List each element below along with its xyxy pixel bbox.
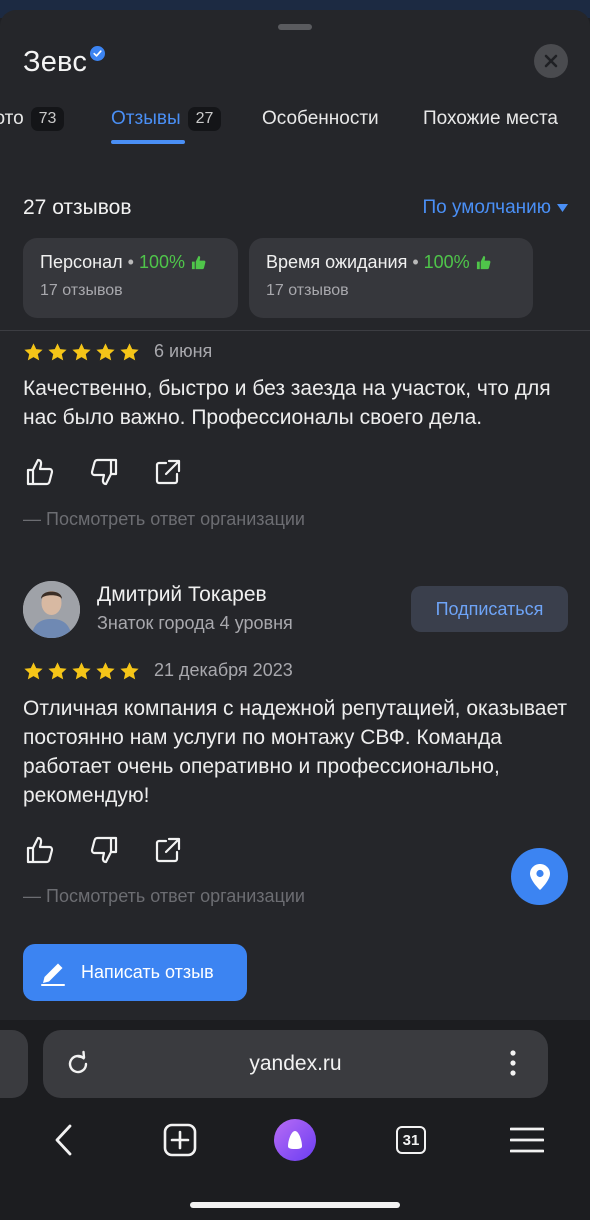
- view-org-reply-link[interactable]: — Посмотреть ответ организации: [23, 509, 305, 530]
- aspect-staff-percent: 100%: [138, 252, 185, 272]
- address-bar[interactable]: yandex.ru: [43, 1030, 548, 1098]
- view-org-reply-link[interactable]: — Посмотреть ответ организации: [23, 886, 305, 907]
- place-card-sheet: Зевс Фото 73 Отзывы 27 Особенности Похож…: [0, 10, 590, 1020]
- share-icon: [155, 459, 181, 485]
- tab-reviews-count: 27: [187, 107, 222, 131]
- aspect-staff[interactable]: Персонал • 100% 17 отзывов: [23, 238, 238, 318]
- tab-photos-count: 73: [30, 107, 65, 131]
- browser-chrome: yandex.ru 31: [0, 1020, 590, 1220]
- review-2-rating: [23, 661, 140, 682]
- hamburger-icon: [510, 1127, 544, 1153]
- subscribe-button[interactable]: Подписаться: [411, 586, 568, 632]
- back-button[interactable]: [42, 1118, 86, 1162]
- star-icon: [120, 662, 139, 680]
- tab-similar-places[interactable]: Похожие места: [423, 102, 558, 136]
- browser-bottom-nav: 31: [0, 1118, 590, 1162]
- caret-down-icon: [557, 204, 568, 212]
- dislike-button[interactable]: [89, 835, 119, 865]
- star-icon: [72, 662, 91, 680]
- close-button[interactable]: [534, 44, 568, 78]
- tab-reviews[interactable]: Отзывы 27: [111, 102, 222, 136]
- review-1-date: 6 июня: [154, 341, 213, 361]
- aspect-staff-name: Персонал: [40, 252, 123, 272]
- previous-tab-pill[interactable]: [0, 1030, 28, 1098]
- tabs-button[interactable]: 31: [389, 1118, 433, 1162]
- chevron-left-icon: [55, 1124, 72, 1156]
- thumb-down-icon: [90, 458, 118, 486]
- star-icon: [72, 343, 91, 361]
- tab-bar: Фото 73 Отзывы 27 Особенности Похожие ме…: [0, 102, 590, 152]
- aspect-staff-reviews: 17 отзывов: [40, 282, 123, 299]
- aspect-waiting-name: Время ожидания: [266, 252, 408, 272]
- tab-similar-label: Похожие места: [423, 108, 559, 129]
- pencil-icon: [41, 963, 65, 986]
- review-2-date: 21 декабря 2023: [154, 660, 293, 680]
- star-icon: [24, 662, 43, 680]
- url-text: yandex.ru: [249, 1052, 342, 1075]
- tab-features[interactable]: Особенности: [262, 102, 379, 136]
- home-indicator[interactable]: [190, 1202, 400, 1208]
- like-button[interactable]: [25, 457, 55, 487]
- separator-dot: •: [127, 252, 134, 272]
- review-1-actions: [25, 457, 183, 487]
- alice-icon: [274, 1119, 316, 1161]
- aspect-waiting-percent: 100%: [423, 252, 470, 272]
- write-review-button[interactable]: Написать отзыв: [23, 944, 247, 1001]
- aspect-waiting-time[interactable]: Время ожидания • 100% 17 отзывов: [249, 238, 533, 318]
- like-button[interactable]: [25, 835, 55, 865]
- plus-square-icon: [163, 1123, 197, 1157]
- avatar-photo: [23, 581, 80, 638]
- review-1-text: Качественно, быстро и без заезда на учас…: [23, 377, 551, 429]
- thumb-up-icon: [191, 255, 206, 270]
- review-2-author[interactable]: Дмитрий Токарев: [97, 583, 267, 607]
- thumb-up-icon: [26, 458, 54, 486]
- sort-dropdown[interactable]: По умолчанию: [422, 197, 568, 219]
- place-title: Зевс: [23, 46, 88, 78]
- more-vertical-icon[interactable]: [505, 1048, 521, 1078]
- location-pin-icon: [529, 863, 550, 890]
- star-icon: [120, 343, 139, 361]
- share-button[interactable]: [153, 457, 183, 487]
- menu-button[interactable]: [505, 1118, 549, 1162]
- sort-label: По умолчанию: [422, 197, 552, 218]
- review-2-text: Отличная компания с надежной репутацией,…: [23, 697, 568, 807]
- new-tab-button[interactable]: [158, 1118, 202, 1162]
- close-icon: [544, 54, 558, 68]
- active-tab-indicator: [111, 140, 185, 144]
- star-icon: [24, 343, 43, 361]
- tab-photos[interactable]: Фото 73: [0, 102, 65, 136]
- tabs-count: 31: [396, 1126, 426, 1154]
- map-location-button[interactable]: [511, 848, 568, 905]
- thumb-down-icon: [90, 836, 118, 864]
- review-2-author-level: Знаток города 4 уровня: [97, 613, 293, 633]
- star-icon: [96, 343, 115, 361]
- share-button[interactable]: [153, 835, 183, 865]
- star-icon: [48, 343, 67, 361]
- avatar[interactable]: [23, 581, 80, 638]
- review-1-rating: [23, 342, 140, 363]
- review-2-actions: [25, 835, 183, 865]
- verified-badge-icon: [90, 46, 105, 61]
- sheet-drag-handle[interactable]: [278, 24, 312, 30]
- thumb-up-icon: [476, 255, 491, 270]
- thumb-up-icon: [26, 836, 54, 864]
- tab-reviews-label: Отзывы: [111, 108, 181, 129]
- share-icon: [155, 837, 181, 863]
- tab-photos-label: Фото: [0, 108, 24, 129]
- alice-assistant-button[interactable]: [273, 1118, 317, 1162]
- dislike-button[interactable]: [89, 457, 119, 487]
- star-icon: [48, 662, 67, 680]
- reviews-count: 27 отзывов: [23, 196, 132, 219]
- separator-dot: •: [412, 252, 419, 272]
- write-review-label: Написать отзыв: [81, 962, 214, 982]
- star-icon: [96, 662, 115, 680]
- divider: [0, 330, 590, 331]
- tab-features-label: Особенности: [262, 108, 379, 129]
- aspect-waiting-reviews: 17 отзывов: [266, 282, 349, 299]
